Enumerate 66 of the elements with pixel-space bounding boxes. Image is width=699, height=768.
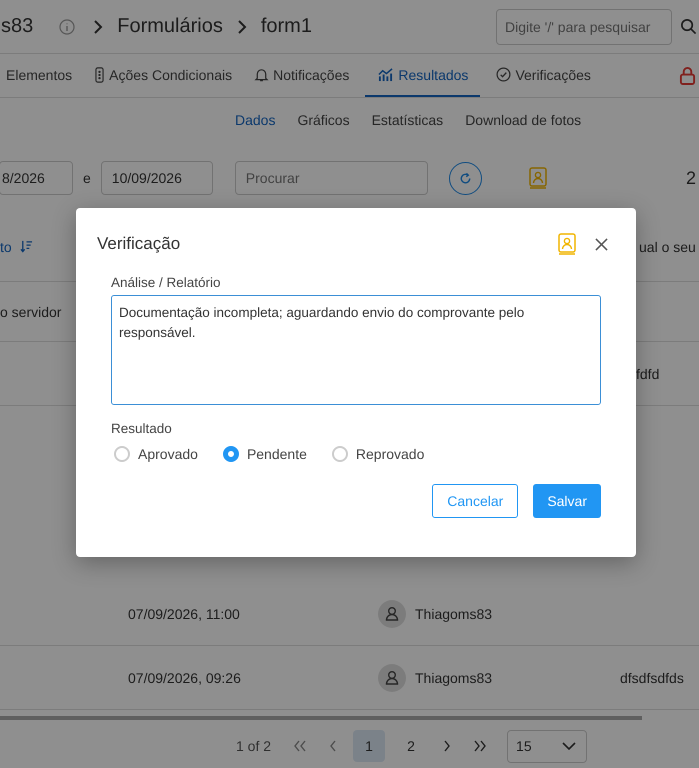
tab[interactable]: Notificações — [248, 54, 356, 97]
close-icon[interactable] — [595, 238, 608, 250]
sort-icon — [20, 240, 33, 253]
radio-button[interactable] — [332, 446, 348, 462]
chart-icon — [377, 67, 394, 82]
bell-icon — [254, 67, 270, 82]
traffic-light-icon — [94, 66, 106, 82]
column-header: ual o seu — [639, 238, 697, 254]
date-field[interactable]: 10/09/2026 — [100, 161, 213, 195]
page-button[interactable]: 1 — [353, 730, 386, 762]
breadcrumb-item[interactable]: Formulários — [117, 15, 223, 38]
radio-button[interactable] — [222, 446, 239, 462]
report-field[interactable]: Documentação incompleta; aguardando envio do comprovante pelo responsável. — [111, 295, 601, 405]
tab[interactable]: Ações Condicionais — [88, 54, 238, 97]
tab[interactable]: Elementos — [0, 54, 78, 97]
radio-option[interactable]: Aprovado — [111, 446, 198, 462]
column-filter-label: o servidor — [0, 304, 62, 320]
page-size-select[interactable]: 15 — [507, 730, 588, 762]
scrollbar[interactable] — [0, 716, 642, 720]
first-page-icon[interactable] — [293, 740, 308, 752]
table-cell: Thiagoms83 — [415, 670, 492, 686]
search-field[interactable]: Digite '/' para pesquisar — [496, 8, 672, 44]
dialog-title: Verificação — [97, 234, 182, 254]
table-cell: Thiagoms83 — [415, 606, 492, 622]
table-cell: 07/09/2026, 09:26 — [128, 670, 241, 686]
next-page-icon[interactable] — [443, 740, 452, 752]
chevron-down-icon — [562, 742, 576, 750]
check-circle-icon — [496, 67, 512, 82]
info-icon[interactable] — [59, 18, 76, 34]
last-page-icon[interactable] — [473, 740, 488, 752]
breadcrumb-item[interactable]: form1 — [260, 15, 312, 38]
tab[interactable]: Verificações — [490, 54, 597, 97]
breadcrumb-item: s83 — [1, 15, 34, 38]
table-cell: 07/09/2026, 11:00 — [128, 606, 240, 622]
radio-button[interactable] — [114, 446, 130, 462]
refresh-button[interactable] — [448, 162, 482, 194]
search-field[interactable]: Procurar — [234, 161, 428, 195]
chevron-right-icon — [236, 18, 247, 34]
date-field[interactable]: 8/2026 — [0, 161, 73, 195]
page-summary: 1 of 2 — [236, 738, 272, 754]
column-header[interactable]: to — [0, 238, 33, 254]
lock-icon[interactable] — [679, 66, 696, 85]
radio-option[interactable]: Reprovado — [328, 446, 424, 462]
tab[interactable]: Resultados — [365, 54, 480, 97]
subtab[interactable]: Download de fotos — [465, 112, 582, 128]
chevron-right-icon — [93, 18, 104, 34]
result-count: 2 — [686, 168, 696, 188]
table-cell: fdfd — [636, 366, 660, 382]
search-icon — [680, 18, 697, 35]
page-button[interactable]: 2 — [395, 730, 428, 762]
avatar-icon — [378, 664, 406, 692]
cancel-button[interactable]: Cancelar — [432, 484, 518, 518]
field-label: Resultado — [111, 421, 173, 436]
subtab[interactable]: Estatísticas — [372, 112, 444, 128]
refresh-icon — [458, 170, 473, 186]
subtab[interactable]: Dados — [235, 112, 276, 128]
between-label: e — [83, 170, 91, 186]
radio-option[interactable]: Pendente — [220, 446, 307, 462]
save-button[interactable]: Salvar — [533, 484, 601, 518]
avatar-icon — [378, 600, 406, 628]
contact-book-icon[interactable] — [528, 167, 548, 189]
contact-book-icon[interactable] — [557, 233, 577, 255]
subtab[interactable]: Gráficos — [297, 112, 350, 128]
table-cell: dfsdfsdfds — [620, 670, 684, 686]
field-label: Análise / Relatório — [111, 275, 222, 290]
previous-page-icon[interactable] — [329, 740, 338, 752]
